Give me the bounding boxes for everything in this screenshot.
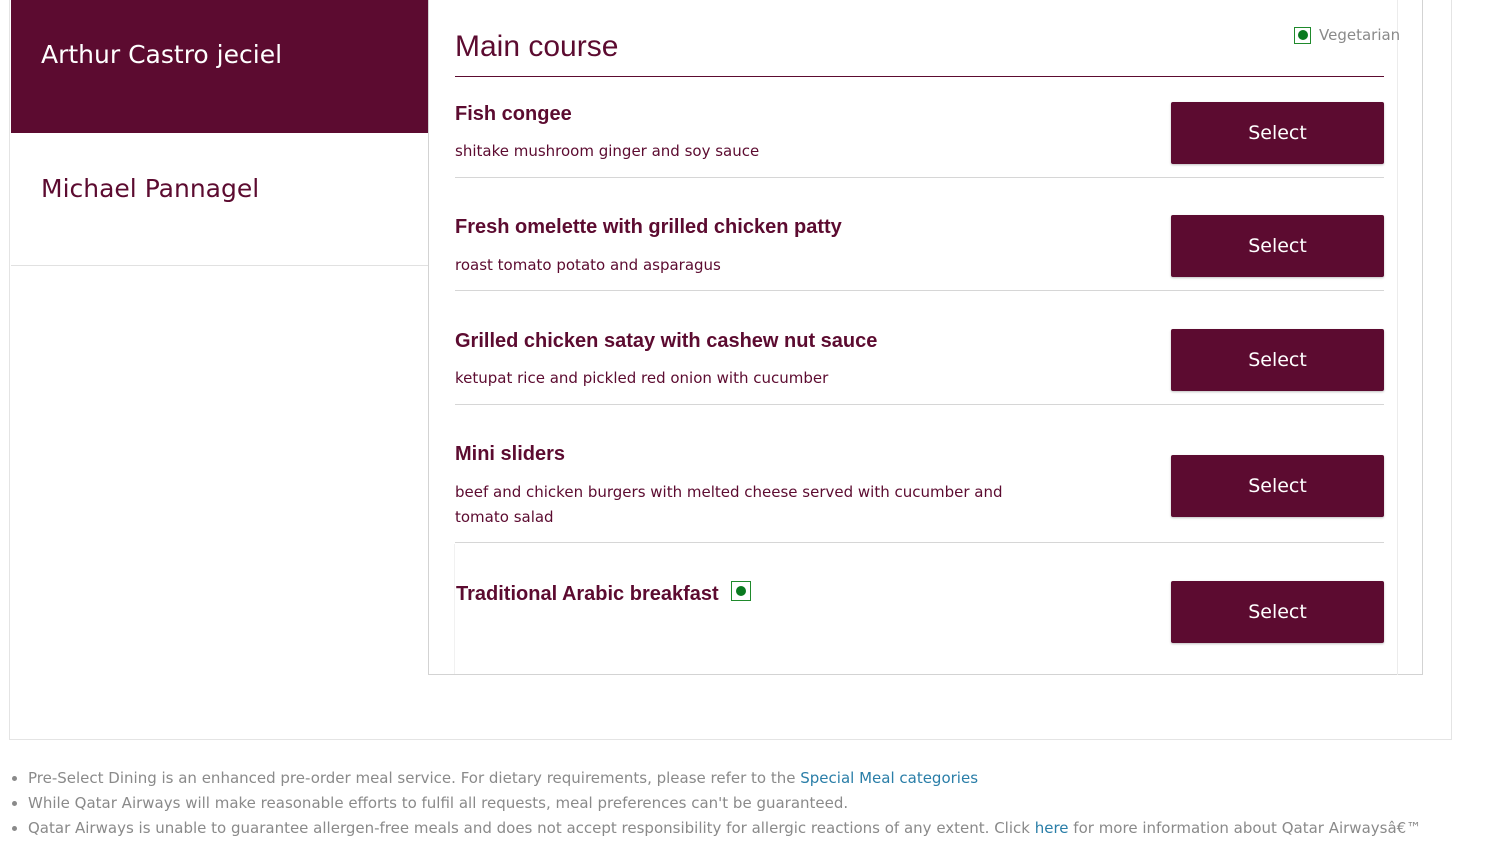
note-item: Pre-Select Dining is an enhanced pre-ord… [28,766,1421,791]
dish-name: Mini sliders [455,443,566,465]
dish-item: Fresh omelette with grilled chicken patt… [455,178,1384,291]
section-title: Main course [455,30,619,63]
passenger-name: Arthur Castro jeciel [41,39,283,69]
dish-name: Grilled chicken satay with cashew nut sa… [455,330,878,352]
vegetarian-legend: Vegetarian [1294,26,1400,44]
here-link[interactable]: here [1035,819,1069,837]
select-button[interactable]: Select [1171,455,1384,517]
dish-item: Grilled chicken satay with cashew nut sa… [455,291,1384,405]
passenger-name: Michael Pannagel [41,173,260,203]
note-text: for more information about Qatar Airways… [1068,819,1422,837]
dish-description: beef and chicken burgers with melted che… [455,483,1003,526]
passenger-tab-michael-pannagel[interactable]: Michael Pannagel [11,133,429,266]
note-item: Qatar Airways is unable to guarantee all… [28,816,1421,841]
vegetarian-icon [731,581,751,601]
dish-name: Traditional Arabic breakfast [456,583,719,605]
special-meal-categories-link[interactable]: Special Meal categories [800,769,978,787]
dish-item: Traditional Arabic breakfast Select [455,543,1384,674]
note-item: While Qatar Airways will make reasonable… [28,791,1421,816]
dish-description: roast tomato potato and asparagus [455,256,721,274]
passenger-tab-arthur-castro[interactable]: Arthur Castro jeciel [11,0,441,133]
dish-name: Fresh omelette with grilled chicken patt… [455,216,842,238]
section-divider [455,76,1384,77]
passenger-list: Arthur Castro jeciel Michael Pannagel [11,0,441,266]
vegetarian-legend-label: Vegetarian [1319,26,1401,44]
select-button[interactable]: Select [1171,102,1384,164]
dish-description: ketupat rice and pickled red onion with … [455,369,829,387]
select-button[interactable]: Select [1171,215,1384,277]
meal-notes: Pre-Select Dining is an enhanced pre-ord… [9,766,1421,841]
note-text: Pre-Select Dining is an enhanced pre-ord… [28,769,801,787]
select-button[interactable]: Select [1171,581,1384,643]
note-text: While Qatar Airways will make reasonable… [28,794,849,812]
dish-item: Fish congee shitake mushroom ginger and … [455,78,1384,178]
dish-name: Fish congee [455,103,572,125]
note-text: Qatar Airways is unable to guarantee all… [28,819,1035,837]
select-button[interactable]: Select [1171,329,1384,391]
vegetarian-icon [1294,26,1311,44]
dish-description: shitake mushroom ginger and soy sauce [455,142,760,160]
dish-item: Mini sliders beef and chicken burgers wi… [455,405,1384,543]
divider [1397,0,1398,675]
